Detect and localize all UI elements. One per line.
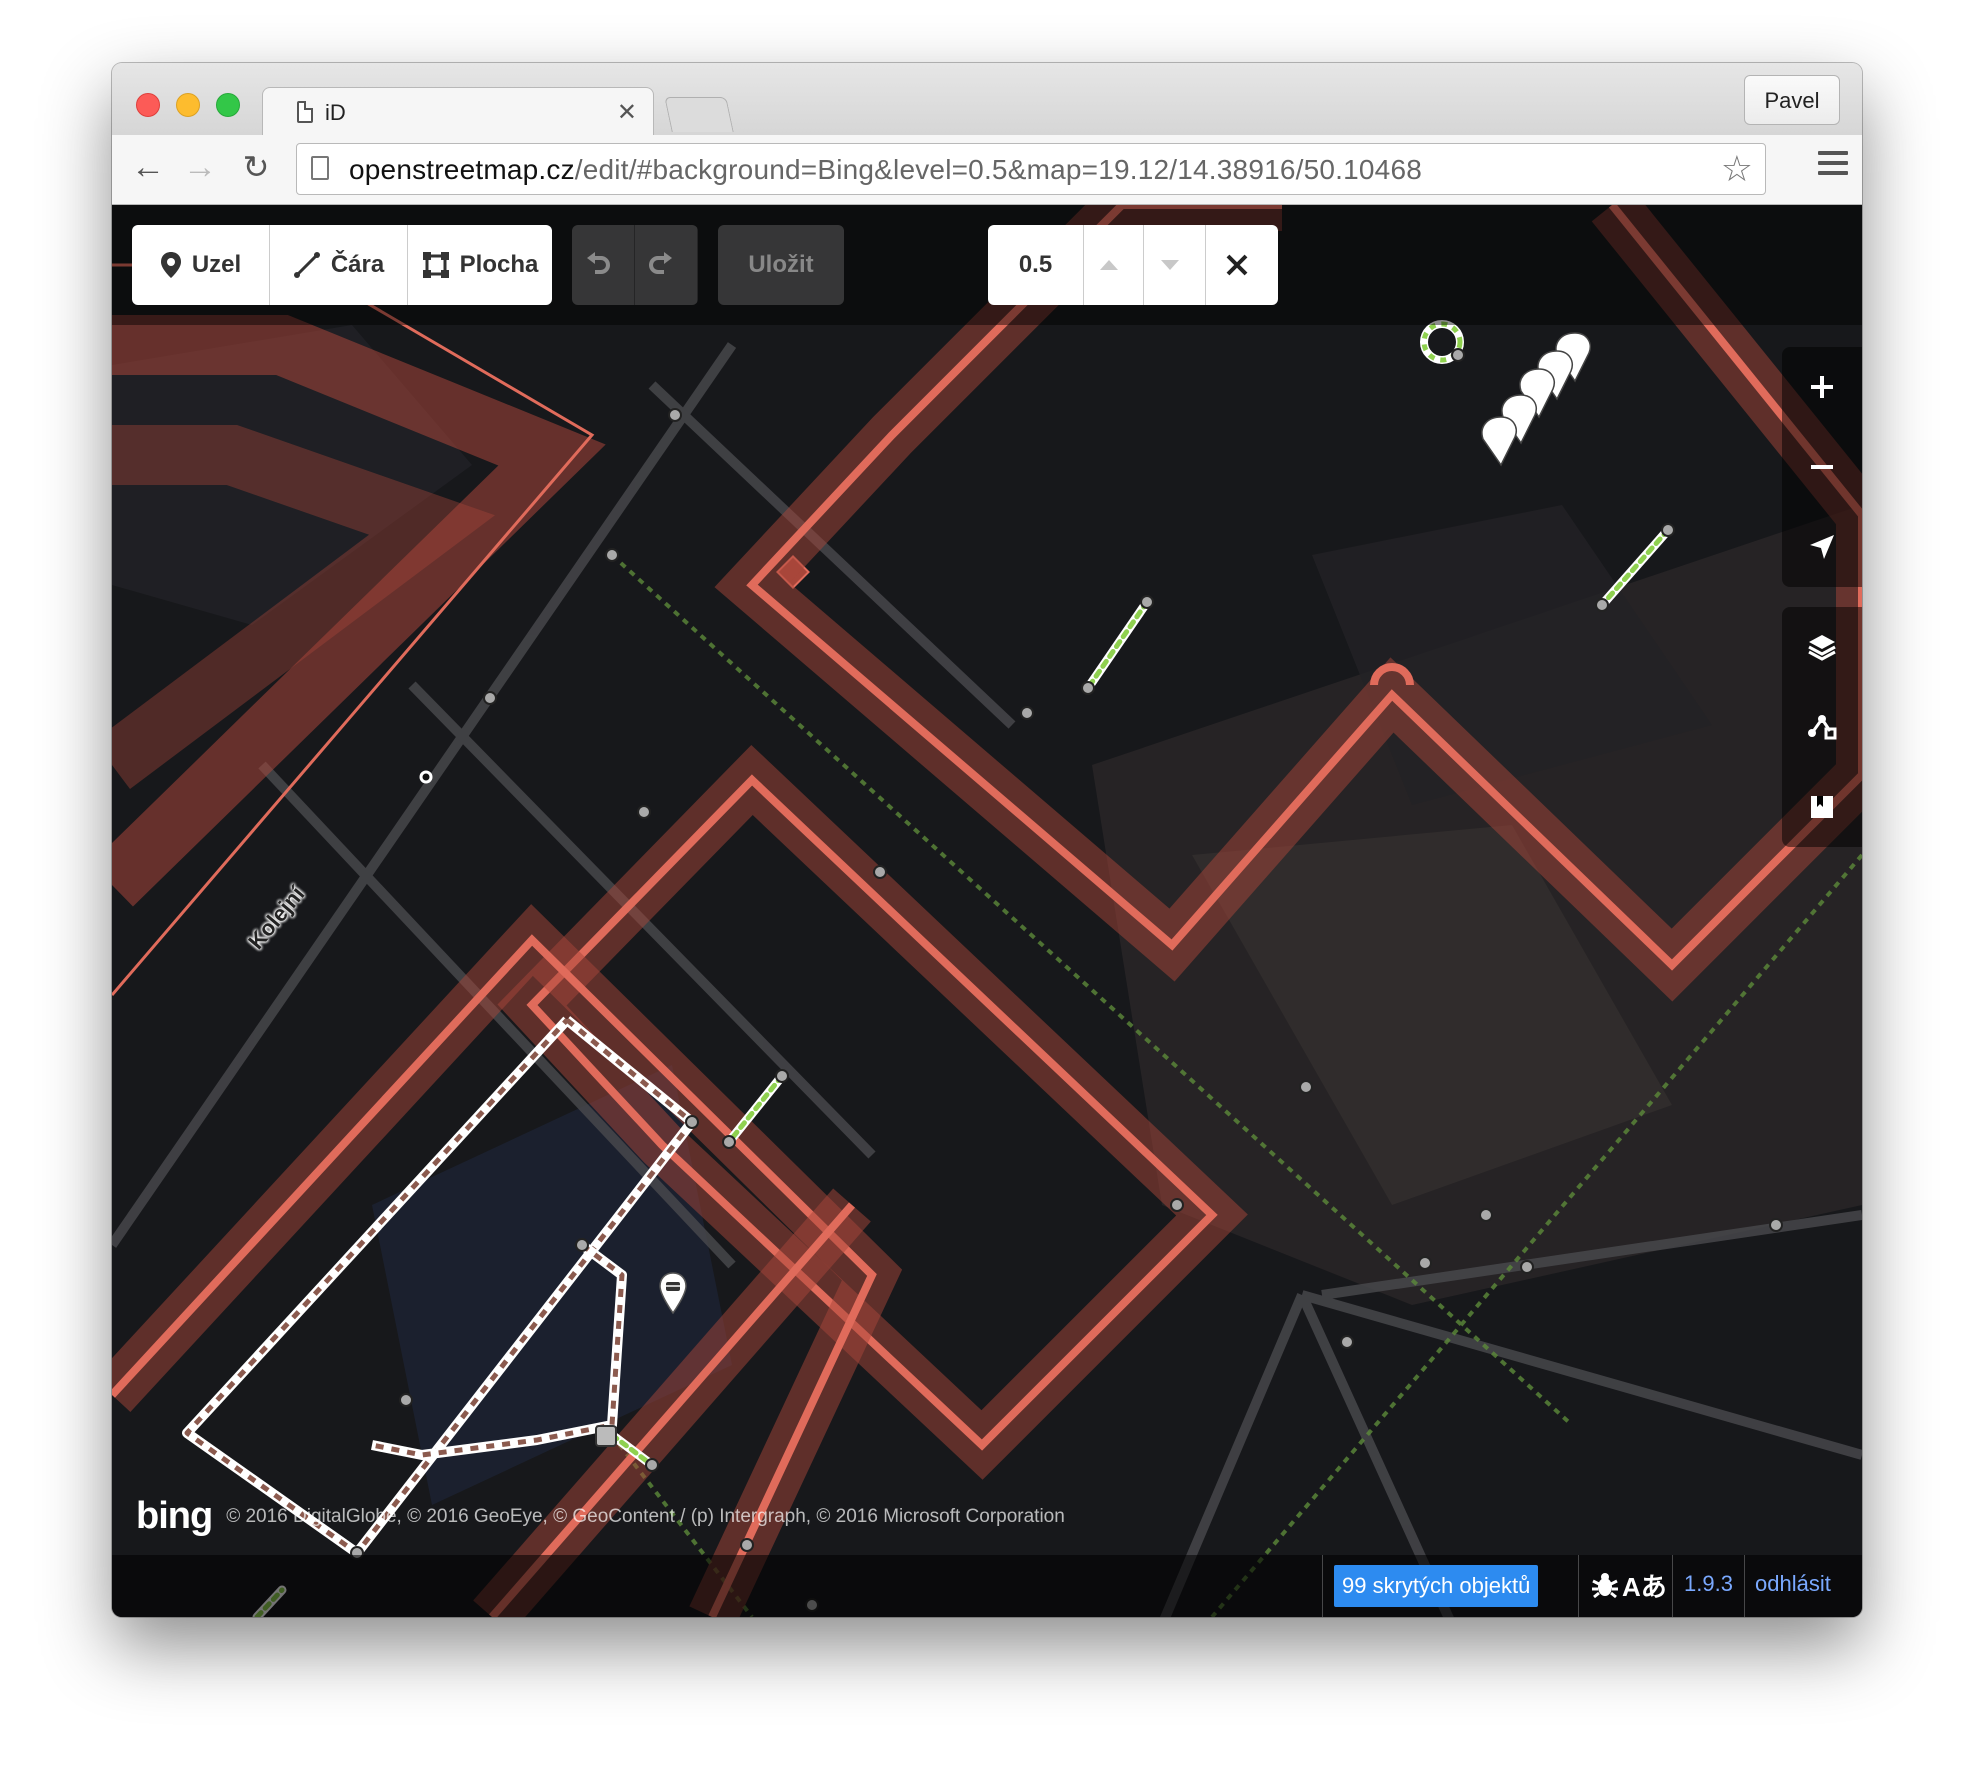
help-icon	[1811, 796, 1833, 818]
redo-button[interactable]	[635, 225, 698, 305]
address-bar[interactable]: openstreetmap.cz/edit/#background=Bing&l…	[296, 143, 1766, 195]
map-canvas[interactable]: Kolejní Uzel Čára Plocha Uložit 0.5 bing…	[112, 205, 1862, 1617]
profile-button[interactable]: Pavel	[1744, 75, 1840, 125]
minimize-window-button[interactable]	[176, 93, 200, 117]
undo-icon	[587, 252, 610, 274]
url-host: openstreetmap.cz	[349, 154, 575, 185]
browser-window: iD ✕ Pavel ← → ↻ openstreetmap.cz/edit/#…	[112, 63, 1862, 1617]
layers-icon	[1808, 635, 1836, 661]
bing-logo[interactable]: bing	[136, 1495, 213, 1538]
level-close-button[interactable]	[1206, 225, 1278, 305]
url-text[interactable]: openstreetmap.cz/edit/#background=Bing&l…	[349, 154, 1422, 186]
logout-link[interactable]: odhlásit	[1755, 1571, 1831, 1597]
add-area-label: Plocha	[459, 251, 539, 278]
area-icon	[422, 252, 449, 278]
close-window-button[interactable]	[136, 93, 160, 117]
panel-controls	[1782, 607, 1862, 847]
level-stepper: 0.5	[988, 225, 1278, 305]
mode-button-group: Uzel Čára Plocha	[132, 225, 552, 305]
chevron-down-icon	[1160, 260, 1179, 270]
chevron-up-icon	[1099, 260, 1118, 270]
undo-redo-group	[572, 225, 698, 305]
translate-icon[interactable]: Aあ	[1622, 1567, 1667, 1604]
browser-tab[interactable]: iD ✕	[262, 87, 654, 136]
redo-icon	[649, 252, 672, 274]
new-tab-button[interactable]	[664, 97, 734, 132]
version-link[interactable]: 1.9.3	[1684, 1571, 1733, 1597]
map-data-icon	[1808, 715, 1837, 740]
footer-divider	[1672, 1555, 1673, 1617]
zoom-in-icon	[1811, 376, 1833, 398]
back-arrow-icon[interactable]: ←	[128, 147, 168, 187]
tab-close-icon[interactable]: ✕	[617, 98, 637, 127]
zoom-out-button[interactable]	[1782, 427, 1862, 507]
zoom-in-button[interactable]	[1782, 347, 1862, 427]
geolocate-icon	[1810, 535, 1834, 559]
point-icon	[160, 252, 181, 278]
url-path: /edit/#background=Bing&level=0.5&map=19.…	[574, 154, 1422, 185]
title-bar: iD ✕ Pavel	[112, 63, 1862, 136]
add-area-button[interactable]: Plocha	[408, 225, 552, 305]
map-data-button[interactable]	[1782, 687, 1862, 767]
bookmark-star-icon[interactable]: ☆	[1721, 148, 1753, 190]
add-line-button[interactable]: Čára	[270, 225, 408, 305]
level-down-button[interactable]	[1144, 225, 1206, 305]
zoom-out-icon	[1811, 465, 1833, 469]
footer-divider	[1744, 1555, 1745, 1617]
line-icon	[293, 252, 320, 278]
footer-divider	[1578, 1555, 1579, 1617]
maximize-window-button[interactable]	[216, 93, 240, 117]
tab-title: iD	[325, 100, 346, 125]
editor-footer: 99 skrytých objektů Aあ 1.9.3 odhlásit	[112, 1555, 1862, 1617]
add-point-label: Uzel	[191, 251, 242, 278]
browser-menu-icon[interactable]	[1818, 151, 1848, 177]
save-button-group: Uložit	[718, 225, 844, 305]
geolocate-button[interactable]	[1782, 507, 1862, 587]
imagery-attribution: bing © 2016 DigitalGlobe, © 2016 GeoEye,…	[136, 1495, 1065, 1538]
document-icon	[297, 101, 313, 123]
browser-toolbar: ← → ↻ openstreetmap.cz/edit/#background=…	[112, 135, 1862, 205]
undo-button[interactable]	[572, 225, 635, 305]
page-icon	[311, 156, 329, 180]
attribution-text: © 2016 DigitalGlobe, © 2016 GeoEye, © Ge…	[226, 1505, 1065, 1527]
help-button[interactable]	[1782, 767, 1862, 847]
add-line-label: Čára	[330, 251, 385, 278]
map-features	[112, 205, 1862, 1617]
save-button[interactable]: Uložit	[718, 225, 844, 305]
zoom-controls	[1782, 347, 1862, 587]
background-layers-button[interactable]	[1782, 607, 1862, 687]
level-value[interactable]: 0.5	[988, 225, 1084, 305]
forward-arrow-icon[interactable]: →	[180, 147, 220, 187]
level-up-button[interactable]	[1084, 225, 1144, 305]
hidden-features-badge[interactable]: 99 skrytých objektů	[1334, 1565, 1539, 1607]
add-point-button[interactable]: Uzel	[132, 225, 270, 305]
reload-icon[interactable]: ↻	[236, 147, 276, 187]
footer-divider	[1322, 1555, 1323, 1617]
close-icon	[1226, 254, 1248, 276]
